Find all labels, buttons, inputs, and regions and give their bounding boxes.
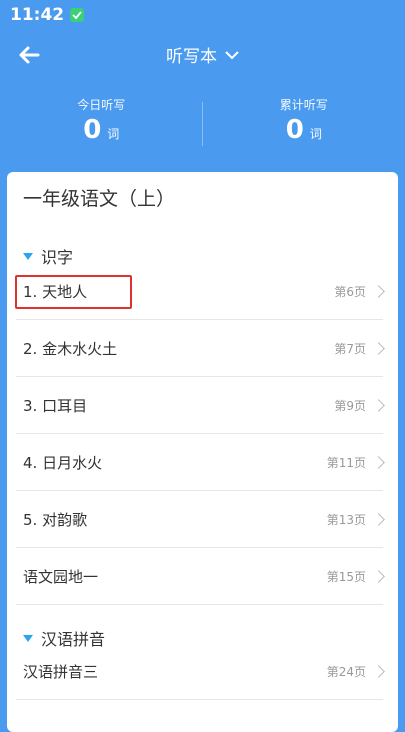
nav-bar: 听写本	[0, 30, 405, 80]
stat-total-unit: 词	[310, 125, 322, 142]
chevron-right-icon	[372, 399, 385, 412]
lesson-title: 语文园地一	[16, 566, 98, 587]
stat-total: 累计听写 0 词	[203, 96, 405, 156]
stat-total-label: 累计听写	[280, 96, 328, 113]
stat-divider	[202, 102, 203, 146]
lesson-row[interactable]: 语文园地一 第15页	[16, 548, 383, 605]
lesson-title: 4. 日月水火	[16, 452, 102, 473]
chevron-right-icon	[372, 513, 385, 526]
triangle-down-icon	[23, 253, 33, 260]
lesson-title: 3. 口耳目	[16, 395, 87, 416]
lesson-card: 一年级语文（上） 识字 1. 天地人 第6页 2. 金木水火土 第7页 3. 口…	[7, 172, 398, 732]
lesson-row[interactable]: 5. 对韵歌 第13页	[16, 491, 383, 548]
lesson-title: 汉语拼音三	[16, 661, 98, 682]
status-bar: 11:42	[0, 0, 405, 30]
nav-title: 听写本	[166, 42, 217, 67]
chevron-right-icon	[372, 285, 385, 298]
lesson-row[interactable]: 汉语拼音三 第24页	[16, 643, 383, 700]
lesson-page: 第15页	[327, 568, 366, 585]
check-icon	[70, 8, 84, 22]
lesson-row[interactable]: 2. 金木水火土 第7页	[16, 320, 383, 377]
stat-today-label: 今日听写	[77, 96, 125, 113]
lesson-page: 第6页	[334, 283, 366, 300]
chevron-down-icon	[225, 50, 239, 60]
lesson-title: 5. 对韵歌	[16, 509, 87, 530]
lesson-page: 第9页	[334, 397, 366, 414]
lesson-page: 第24页	[327, 663, 366, 680]
chevron-right-icon	[372, 456, 385, 469]
highlight-box	[15, 275, 132, 309]
stat-total-value: 0	[286, 115, 304, 145]
lesson-row[interactable]: 4. 日月水火 第11页	[16, 434, 383, 491]
lesson-page: 第7页	[334, 340, 366, 357]
lesson-title: 2. 金木水火土	[16, 338, 117, 359]
lesson-row[interactable]: 3. 口耳目 第9页	[16, 377, 383, 434]
chevron-right-icon	[372, 570, 385, 583]
chevron-right-icon	[372, 342, 385, 355]
stat-today-unit: 词	[107, 125, 119, 142]
stat-today-value: 0	[83, 115, 101, 145]
status-time: 11:42	[10, 5, 64, 25]
stat-today: 今日听写 0 词	[0, 96, 203, 156]
chevron-right-icon	[372, 665, 385, 678]
nav-title-dropdown[interactable]: 听写本	[0, 42, 405, 67]
lesson-page: 第13页	[327, 511, 366, 528]
book-title: 一年级语文（上）	[23, 184, 175, 211]
stats-panel: 今日听写 0 词 累计听写 0 词	[0, 96, 405, 156]
lesson-page: 第11页	[327, 454, 366, 471]
triangle-down-icon	[23, 635, 33, 642]
